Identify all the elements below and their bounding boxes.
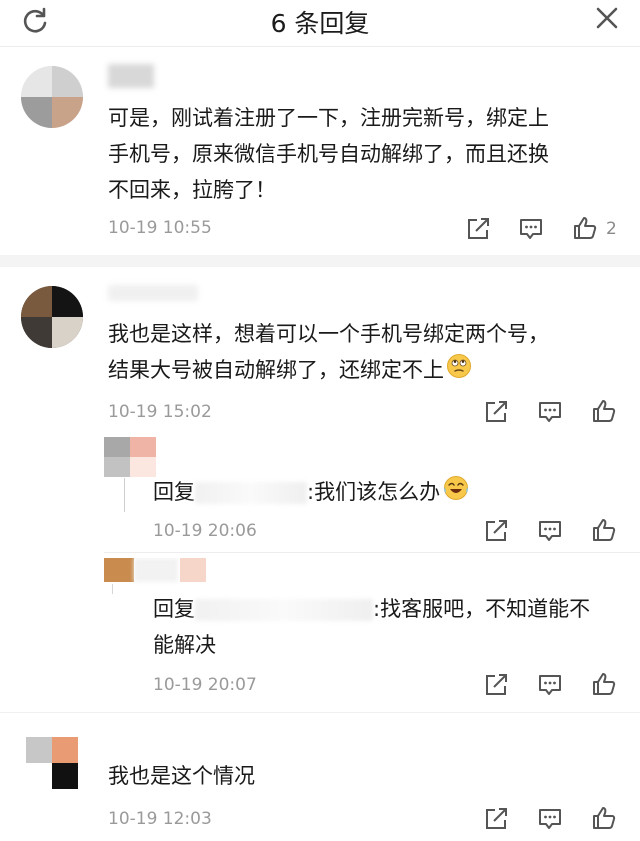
like-icon[interactable] bbox=[572, 215, 598, 241]
reply-prefix: 回复 bbox=[153, 480, 195, 504]
comment-icon[interactable] bbox=[518, 216, 544, 242]
share-icon[interactable] bbox=[483, 399, 509, 425]
like-icon[interactable] bbox=[591, 671, 617, 697]
eye-roll-emoji bbox=[446, 353, 472, 390]
reply-time: 10-19 20:06 bbox=[153, 521, 257, 541]
username-blurred[interactable] bbox=[195, 482, 307, 504]
comment-divider bbox=[0, 712, 640, 713]
comment-icon[interactable] bbox=[537, 806, 563, 832]
section-separator bbox=[0, 255, 640, 267]
page-title: 6 条回复 bbox=[270, 9, 370, 38]
like-count: 2 bbox=[606, 219, 617, 239]
like-icon[interactable] bbox=[591, 805, 617, 831]
reply-prefix: 回复 bbox=[153, 597, 195, 621]
crying-laugh-emoji bbox=[442, 475, 470, 512]
comment-text: 可是，刚试着注册了一下，注册完新号，绑定上 手机号，原来微信手机号自动解绑了，而… bbox=[108, 106, 549, 202]
username-blurred[interactable] bbox=[108, 285, 198, 301]
reply-avatar[interactable] bbox=[104, 558, 208, 588]
reply-divider bbox=[104, 552, 640, 553]
comment-icon[interactable] bbox=[537, 518, 563, 544]
reply-avatar[interactable] bbox=[104, 437, 156, 477]
reply-text: 回复:我们该怎么办 bbox=[153, 474, 623, 512]
comment-text: 我也是这样，想着可以一个手机号绑定两个号， 结果大号被自动解绑了，还绑定不上 bbox=[108, 316, 628, 390]
comment-time: 10-19 15:02 bbox=[108, 402, 212, 422]
comment-icon[interactable] bbox=[537, 399, 563, 425]
comment-time: 10-19 12:03 bbox=[108, 809, 212, 829]
share-icon[interactable] bbox=[465, 216, 491, 242]
username-blurred[interactable] bbox=[195, 599, 373, 621]
share-icon[interactable] bbox=[483, 806, 509, 832]
avatar[interactable] bbox=[21, 66, 83, 128]
close-icon[interactable] bbox=[594, 5, 620, 31]
like-icon[interactable] bbox=[591, 398, 617, 424]
comment-time: 10-19 10:55 bbox=[108, 218, 212, 238]
reply-thread-line bbox=[124, 478, 125, 512]
share-icon[interactable] bbox=[483, 518, 509, 544]
reply-time: 10-19 20:07 bbox=[153, 675, 257, 695]
avatar[interactable] bbox=[21, 286, 83, 348]
reply-thread-line bbox=[112, 584, 113, 594]
like-icon[interactable] bbox=[591, 517, 617, 543]
reply-text: 回复:找客服吧，不知道能不 能解决 bbox=[153, 597, 591, 657]
share-icon[interactable] bbox=[483, 672, 509, 698]
username-blurred[interactable] bbox=[108, 64, 154, 88]
avatar[interactable] bbox=[26, 737, 78, 789]
header-bar: 6 条回复 bbox=[0, 0, 640, 47]
comment-text: 我也是这个情况 bbox=[108, 764, 255, 788]
comment-icon[interactable] bbox=[537, 672, 563, 698]
